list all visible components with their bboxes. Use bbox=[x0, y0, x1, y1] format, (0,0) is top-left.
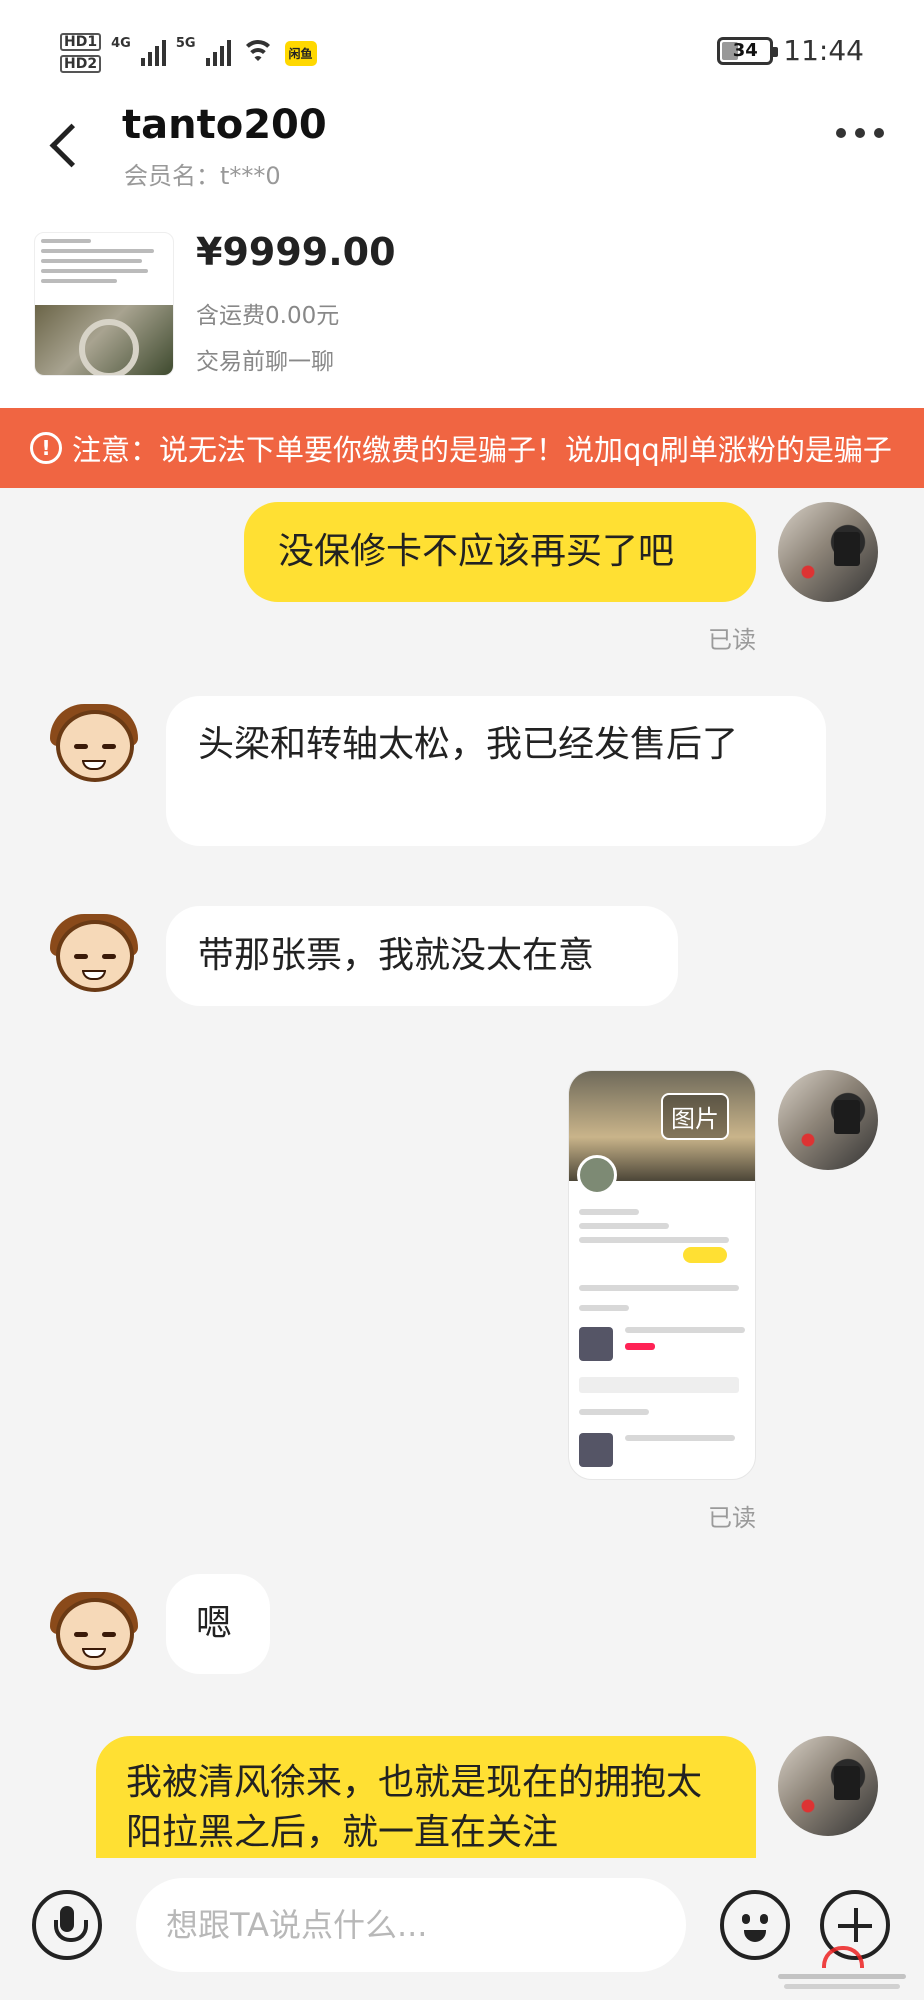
wifi-icon bbox=[240, 40, 275, 66]
hd-indicators: HD1 HD2 bbox=[60, 33, 102, 73]
message-bubble-incoming[interactable]: 带那张票，我就没太在意 bbox=[166, 906, 678, 1006]
xianyu-app-badge: 闲鱼 bbox=[284, 40, 317, 66]
page-title: tanto200 bbox=[122, 102, 327, 148]
microphone-icon[interactable] bbox=[32, 1890, 102, 1960]
product-card[interactable]: ¥9999.00 含运费0.00元 交易前聊一聊 bbox=[0, 210, 924, 408]
my-avatar[interactable] bbox=[778, 1736, 878, 1836]
seller-avatar[interactable] bbox=[44, 906, 144, 1006]
network-type-5g: 5G bbox=[175, 35, 196, 51]
image-label: 图片 bbox=[661, 1093, 729, 1140]
prechat-hint: 交易前聊一聊 bbox=[196, 349, 334, 375]
clock: 11:44 bbox=[783, 34, 864, 67]
signal-icon bbox=[205, 40, 231, 66]
warning-icon: ! bbox=[30, 432, 62, 464]
seller-avatar[interactable] bbox=[44, 696, 144, 796]
member-name: 会员名：t***0 bbox=[124, 162, 281, 190]
message-bubble-outgoing[interactable]: 我被清风徐来，也就是现在的拥抱太阳拉黑之后，就一直在关注 bbox=[96, 1736, 756, 1858]
back-icon[interactable] bbox=[36, 114, 92, 174]
read-status: 已读 bbox=[708, 1504, 756, 1532]
signal-icon bbox=[140, 40, 166, 66]
product-price: ¥9999.00 bbox=[196, 230, 396, 274]
message-bubble-incoming[interactable]: 头梁和转轴太松，我已经发售后了 bbox=[166, 696, 826, 846]
my-avatar[interactable] bbox=[778, 502, 878, 602]
battery-level: 34 bbox=[732, 40, 758, 61]
message-bubble-incoming[interactable]: 嗯 bbox=[166, 1574, 270, 1674]
hd2-indicator: HD2 bbox=[60, 55, 102, 73]
status-left: HD1 HD2 4G 5G 闲鱼 bbox=[60, 28, 317, 78]
seller-avatar[interactable] bbox=[44, 1584, 144, 1684]
hd1-indicator: HD1 bbox=[60, 33, 102, 51]
input-bar bbox=[0, 1860, 924, 2000]
chat-header: tanto200 会员名：t***0 bbox=[0, 100, 924, 210]
status-right: 34 11:44 bbox=[717, 34, 864, 67]
warning-text: 注意：说无法下单要你缴费的是骗子！说加qq刷单涨粉的是骗子 bbox=[72, 433, 892, 467]
product-thumbnail[interactable] bbox=[34, 232, 174, 376]
battery-icon: 34 bbox=[717, 36, 779, 65]
warning-banner: ! 注意：说无法下单要你缴费的是骗子！说加qq刷单涨粉的是骗子 bbox=[0, 408, 924, 488]
watermark-logo bbox=[778, 1946, 906, 1992]
message-bubble-outgoing[interactable]: 没保修卡不应该再买了吧 bbox=[244, 502, 756, 602]
message-input[interactable] bbox=[136, 1878, 686, 1972]
more-icon[interactable] bbox=[836, 128, 884, 138]
message-clip: 我被清风徐来，也就是现在的拥抱太阳拉黑之后，就一直在关注 bbox=[96, 1736, 760, 1858]
my-avatar[interactable] bbox=[778, 1070, 878, 1170]
shipping-info: 含运费0.00元 bbox=[196, 303, 340, 329]
network-type-4g: 4G bbox=[111, 35, 131, 51]
status-bar: HD1 HD2 4G 5G 闲鱼 34 11:44 bbox=[0, 0, 924, 100]
image-message[interactable]: 图片 bbox=[568, 1070, 756, 1480]
read-status: 已读 bbox=[708, 626, 756, 654]
